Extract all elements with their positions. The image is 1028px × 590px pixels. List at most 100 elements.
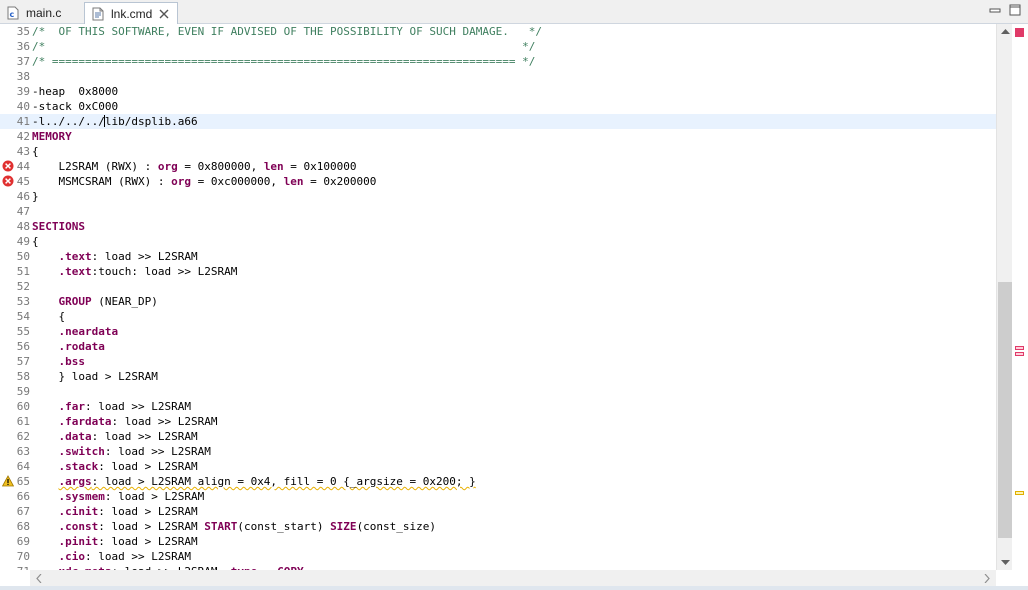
line-text: MSMCSRAM (RWX) : org = 0xc000000, len = …	[32, 175, 377, 188]
error-marker[interactable]	[1015, 352, 1024, 356]
line-number: 52	[16, 280, 30, 293]
line-number: 59	[16, 385, 30, 398]
vertical-scrollbar[interactable]	[996, 24, 1012, 570]
line-text: MEMORY	[32, 130, 72, 143]
code-line[interactable]: 57 .bss	[0, 354, 996, 369]
bottom-border	[0, 586, 1028, 590]
tab-main-c[interactable]: c main.c	[0, 2, 80, 24]
svg-text:c: c	[10, 10, 15, 19]
code-line[interactable]: 52	[0, 279, 996, 294]
line-text: .text:touch: load >> L2SRAM	[58, 265, 238, 278]
line-text: .data: load >> L2SRAM	[58, 430, 198, 443]
line-number: 63	[16, 445, 30, 458]
scroll-left-icon[interactable]	[32, 570, 46, 586]
line-text: SECTIONS	[32, 220, 85, 233]
code-line[interactable]: 39 -heap 0x8000	[0, 84, 996, 99]
line-text: -stack 0xC000	[32, 100, 119, 113]
tab-lnk-cmd[interactable]: lnk.cmd	[84, 2, 178, 25]
code-line[interactable]: 41 -l../../../lib/dsplib.a66	[0, 114, 996, 129]
code-line[interactable]: 56 .rodata	[0, 339, 996, 354]
error-marker[interactable]	[1015, 346, 1024, 350]
line-text: .far: load >> L2SRAM	[58, 400, 191, 413]
error-summary-icon[interactable]	[1013, 26, 1026, 39]
line-text: {	[32, 145, 39, 158]
code-line[interactable]: 60 .far: load >> L2SRAM	[0, 399, 996, 414]
close-icon[interactable]	[158, 8, 170, 20]
line-text: .bss	[58, 355, 86, 368]
window-controls	[988, 3, 1022, 17]
line-text: .sysmem: load > L2SRAM	[58, 490, 205, 503]
code-line[interactable]: 54 {	[0, 309, 996, 324]
line-text: } load > L2SRAM	[32, 370, 158, 383]
code-line[interactable]: 68 .const: load > L2SRAM START(const_sta…	[0, 519, 996, 534]
line-text: -heap 0x8000	[32, 85, 119, 98]
code-line[interactable]: 66 .sysmem: load > L2SRAM	[0, 489, 996, 504]
code-line[interactable]: 69 .pinit: load > L2SRAM	[0, 534, 996, 549]
overview-ruler[interactable]	[1012, 24, 1028, 570]
line-number: 55	[16, 325, 30, 338]
line-text: /* =====================================…	[32, 55, 536, 68]
code-line[interactable]: 55 .neardata	[0, 324, 996, 339]
line-number: 45	[16, 175, 30, 188]
line-text: }	[32, 190, 39, 203]
code-line[interactable]: 40 -stack 0xC000	[0, 99, 996, 114]
code-line[interactable]: 59	[0, 384, 996, 399]
code-line[interactable]: 58 } load > L2SRAM	[0, 369, 996, 384]
code-line[interactable]: 38	[0, 69, 996, 84]
code-line[interactable]: 63 .switch: load >> L2SRAM	[0, 444, 996, 459]
code-line[interactable]: 45 MSMCSRAM (RWX) : org = 0xc000000, len…	[0, 174, 996, 189]
horizontal-scrollbar[interactable]	[30, 570, 996, 586]
warning-marker[interactable]	[1015, 491, 1024, 495]
scroll-down-icon[interactable]	[997, 556, 1013, 570]
code-line[interactable]: 47	[0, 204, 996, 219]
line-text: .text: load >> L2SRAM	[58, 250, 198, 263]
code-line[interactable]: 46}	[0, 189, 996, 204]
line-number: 43	[16, 145, 30, 158]
vertical-scroll-thumb[interactable]	[998, 282, 1012, 538]
code-line[interactable]: 37/* ===================================…	[0, 54, 996, 69]
line-number: 36	[16, 40, 30, 53]
code-line[interactable]: 62 .data: load >> L2SRAM	[0, 429, 996, 444]
maximize-icon[interactable]	[1008, 3, 1022, 17]
code-line[interactable]: 49{	[0, 234, 996, 249]
code-line[interactable]: 70 .cio: load >> L2SRAM	[0, 549, 996, 564]
code-line[interactable]: 64 .stack: load > L2SRAM	[0, 459, 996, 474]
line-text: {	[32, 235, 39, 248]
code-line[interactable]: 48 SECTIONS	[0, 219, 996, 234]
scroll-right-icon[interactable]	[980, 570, 994, 586]
line-number: 65	[16, 475, 30, 488]
cmd-file-icon	[91, 7, 105, 21]
line-number: 47	[16, 205, 30, 218]
line-text: GROUP (NEAR_DP)	[58, 295, 158, 308]
line-number: 69	[16, 535, 30, 548]
code-line[interactable]: 65 .args: load > L2SRAM align = 0x4, fil…	[0, 474, 996, 489]
line-text: .cio: load >> L2SRAM	[58, 550, 191, 563]
line-number: 50	[16, 250, 30, 263]
line-number: 71	[0, 564, 30, 570]
code-line[interactable]: 44 L2SRAM (RWX) : org = 0x800000, len = …	[0, 159, 996, 174]
code-line[interactable]: 53 GROUP (NEAR_DP)	[0, 294, 996, 309]
code-line[interactable]: 36/* */	[0, 39, 996, 54]
line-text: L2SRAM (RWX) : org = 0x800000, len = 0x1…	[32, 160, 357, 173]
code-line[interactable]: 35/* OF THIS SOFTWARE, EVEN IF ADVISED O…	[0, 24, 996, 39]
line-text: .stack: load > L2SRAM	[58, 460, 198, 473]
code-editor[interactable]: 35/* OF THIS SOFTWARE, EVEN IF ADVISED O…	[0, 24, 996, 570]
line-number: 66	[16, 490, 30, 503]
line-number: 41	[16, 115, 30, 128]
code-line[interactable]: 50 .text: load >> L2SRAM	[0, 249, 996, 264]
line-number: 49	[16, 235, 30, 248]
line-text: .rodata	[58, 340, 105, 353]
minimize-icon[interactable]	[988, 3, 1002, 17]
line-number: 37	[16, 55, 30, 68]
line-text: .args: load > L2SRAM align = 0x4, fill =…	[58, 475, 476, 488]
line-number: 46	[16, 190, 30, 203]
code-line[interactable]: 61 .fardata: load >> L2SRAM	[0, 414, 996, 429]
line-number: 44	[16, 160, 30, 173]
line-text: .cinit: load > L2SRAM	[58, 505, 198, 518]
code-line[interactable]: 67 .cinit: load > L2SRAM	[0, 504, 996, 519]
code-line[interactable]: 43{	[0, 144, 996, 159]
scroll-up-icon[interactable]	[997, 24, 1013, 38]
line-text: .const: load > L2SRAM START(const_start)…	[58, 520, 437, 533]
code-line[interactable]: 42 MEMORY	[0, 129, 996, 144]
code-line[interactable]: 51 .text:touch: load >> L2SRAM	[0, 264, 996, 279]
